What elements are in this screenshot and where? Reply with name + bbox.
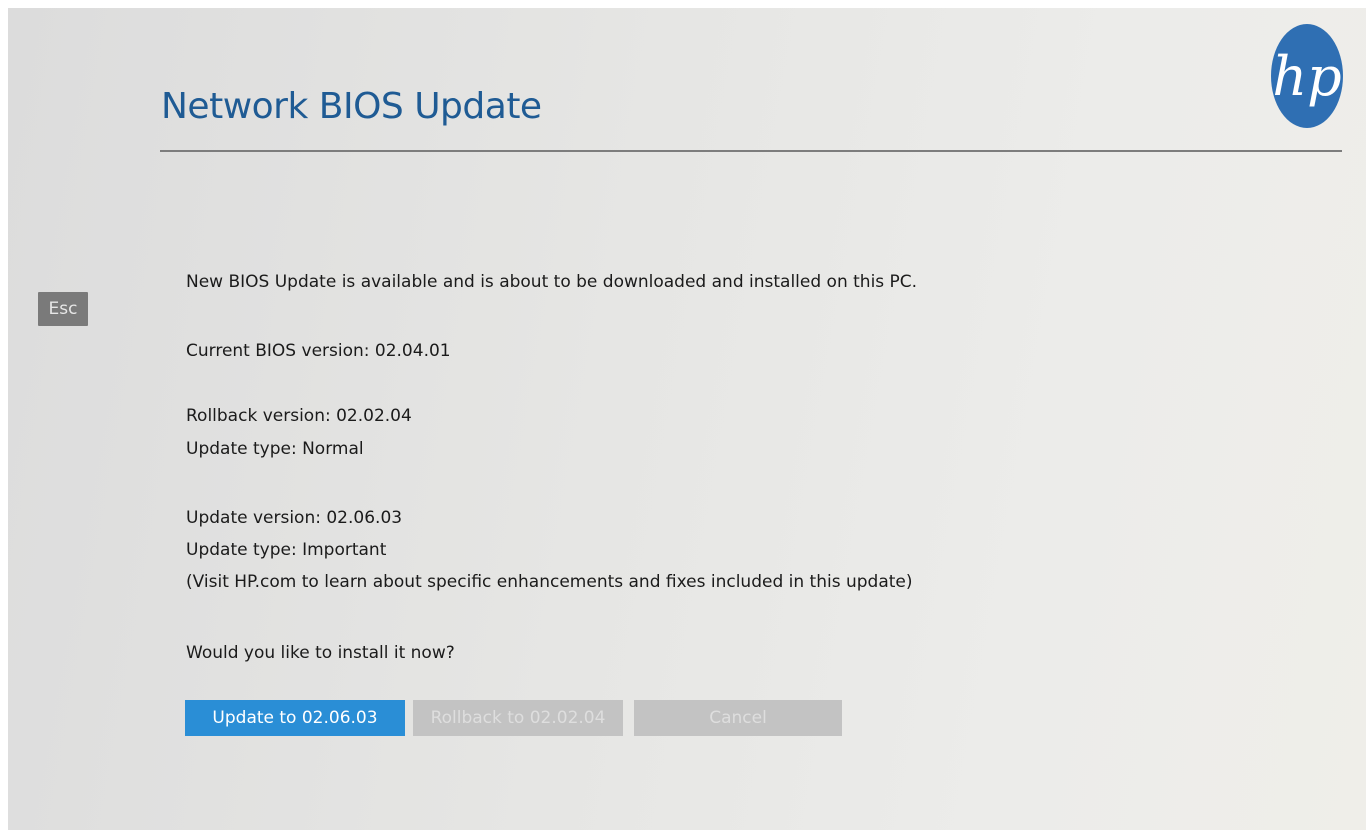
page-title: Network BIOS Update bbox=[161, 86, 542, 127]
current-version-text: Current BIOS version: 02.04.01 bbox=[186, 341, 451, 361]
update-note-text: (Visit HP.com to learn about specific en… bbox=[186, 572, 913, 592]
update-version-text: Update version: 02.06.03 bbox=[186, 508, 403, 528]
hp-logo: hp bbox=[1271, 24, 1343, 128]
cancel-button[interactable]: Cancel bbox=[634, 700, 842, 736]
rollback-version-text: Rollback version: 02.02.04 bbox=[186, 406, 412, 426]
title-divider bbox=[160, 150, 1342, 152]
rollback-button[interactable]: Rollback to 02.02.04 bbox=[413, 700, 623, 736]
hp-logo-text: hp bbox=[1272, 45, 1341, 108]
rollback-type-text: Update type: Normal bbox=[186, 439, 364, 459]
intro-text: New BIOS Update is available and is abou… bbox=[186, 272, 918, 292]
update-button[interactable]: Update to 02.06.03 bbox=[185, 700, 405, 736]
esc-button[interactable]: Esc bbox=[38, 292, 88, 326]
update-type-text: Update type: Important bbox=[186, 540, 387, 560]
install-question-text: Would you like to install it now? bbox=[186, 643, 455, 663]
bios-screen: Network BIOS Update hp Esc New BIOS Upda… bbox=[8, 8, 1366, 830]
